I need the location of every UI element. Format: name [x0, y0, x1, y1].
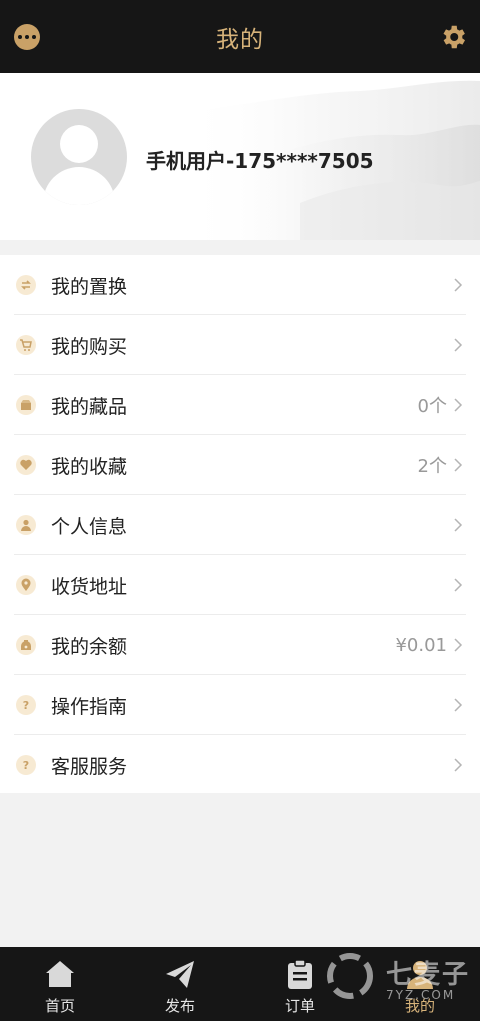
menu-item-guide[interactable]: ? 操作指南 — [0, 675, 480, 735]
avatar[interactable] — [31, 109, 127, 205]
tab-publish[interactable]: 发布 — [120, 947, 240, 1021]
top-bar: 我的 — [0, 0, 480, 73]
chevron-right-icon — [454, 578, 463, 592]
menu-item-customer-service[interactable]: ? 客服服务 — [0, 735, 480, 795]
page-title: 我的 — [216, 26, 264, 53]
menu-item-label: 我的藏品 — [51, 395, 128, 418]
heart-icon — [16, 455, 36, 475]
menu-item-value: 0个 — [417, 396, 447, 417]
svg-text:?: ? — [23, 759, 29, 772]
watermark-logo: 七麦子 7YZ.COM — [322, 948, 472, 1010]
tab-home[interactable]: 首页 — [0, 947, 120, 1021]
chevron-right-icon — [454, 398, 463, 412]
collection-box-icon — [16, 395, 36, 415]
question-icon: ? — [16, 695, 36, 715]
chevron-right-icon — [454, 758, 463, 772]
chevron-right-icon — [454, 518, 463, 532]
more-options-icon[interactable] — [14, 24, 40, 50]
profile-card[interactable]: 手机用户-175****7505 — [0, 73, 480, 240]
watermark-emblem-icon — [327, 953, 373, 999]
menu-item-value: 2个 — [417, 456, 447, 477]
home-icon — [46, 961, 74, 987]
menu-item-label: 客服服务 — [51, 755, 128, 778]
question-icon: ? — [16, 755, 36, 775]
menu-item-favorites[interactable]: 我的收藏 2个 — [0, 435, 480, 495]
paper-plane-icon — [166, 961, 194, 988]
menu-item-label: 我的购买 — [51, 335, 128, 358]
tab-label: 首页 — [44, 997, 75, 1015]
menu-item-label: 我的收藏 — [51, 455, 128, 478]
location-pin-icon — [16, 575, 36, 595]
menu-item-address[interactable]: 收货地址 — [0, 555, 480, 615]
chevron-right-icon — [454, 278, 463, 292]
tab-label: 发布 — [164, 997, 195, 1015]
menu-item-value: ¥0.01 — [395, 634, 447, 656]
settings-gear-icon[interactable] — [438, 22, 468, 52]
menu-item-balance[interactable]: 我的余额 ¥0.01 — [0, 615, 480, 675]
menu-item-purchase[interactable]: 我的购买 — [0, 315, 480, 375]
menu-item-label: 收货地址 — [51, 575, 128, 598]
menu-list: 我的置换 我的购买 我的藏品 0个 我的收藏 2个 个人信息 收货地址 我的余额… — [0, 255, 480, 793]
wallet-icon — [16, 635, 36, 655]
username: 手机用户-175****7505 — [146, 149, 374, 173]
menu-item-label: 操作指南 — [51, 695, 128, 718]
menu-item-collection[interactable]: 我的藏品 0个 — [0, 375, 480, 435]
watermark-subtext: 7YZ.COM — [386, 988, 456, 1002]
watermark-text: 七麦子 — [386, 960, 471, 990]
clipboard-icon — [288, 959, 312, 989]
chevron-right-icon — [454, 458, 463, 472]
menu-item-swap[interactable]: 我的置换 — [0, 255, 480, 315]
menu-item-label: 我的余额 — [51, 635, 128, 658]
cart-icon — [16, 335, 36, 355]
menu-item-personal-info[interactable]: 个人信息 — [0, 495, 480, 555]
menu-item-label: 个人信息 — [51, 515, 128, 538]
svg-text:?: ? — [23, 699, 29, 712]
chevron-right-icon — [454, 698, 463, 712]
chevron-right-icon — [454, 338, 463, 352]
swap-icon — [16, 275, 36, 295]
menu-item-label: 我的置换 — [51, 275, 128, 298]
person-icon — [16, 515, 36, 535]
chevron-right-icon — [454, 638, 463, 652]
